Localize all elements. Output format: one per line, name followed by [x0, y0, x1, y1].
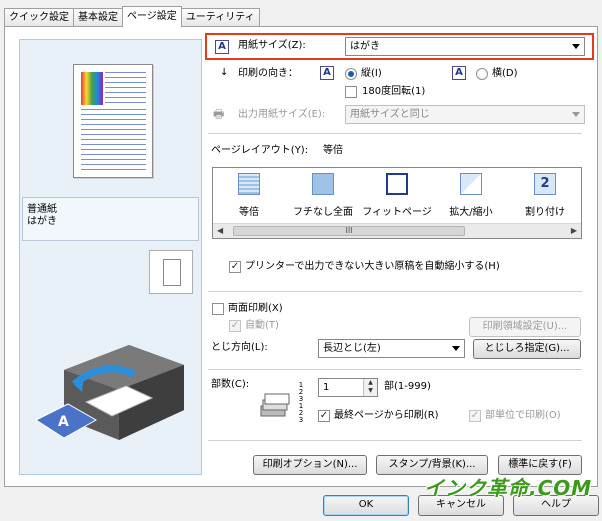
copies-label: 部数(C):	[211, 379, 250, 390]
binding-side-value: 長辺とじ(左)	[323, 343, 381, 354]
copies-spinbox[interactable]: 1 ▲ ▼	[318, 378, 378, 397]
binding-margin-button[interactable]: とじしろ指定(G)...	[473, 339, 581, 359]
page-preview	[73, 64, 153, 178]
paper-size-select[interactable]: はがき	[345, 37, 585, 56]
spin-arrows-icon[interactable]: ▲ ▼	[363, 379, 377, 396]
collate-order-icon: 1 2 3 1 2 3	[298, 381, 304, 424]
duplex-label: 両面印刷(X)	[228, 303, 283, 314]
portrait-label: 縦(I)	[361, 68, 382, 79]
reverse-order-checkbox[interactable]: ✓	[318, 410, 330, 422]
ok-button[interactable]: OK	[323, 495, 409, 516]
fit-page-icon	[386, 173, 408, 195]
divider	[208, 133, 582, 134]
svg-text:A: A	[58, 414, 69, 430]
printer-output-icon: 🖶	[213, 107, 225, 121]
collate-label: 部単位で印刷(O)	[485, 410, 561, 421]
layout-normal-label: 等倍	[239, 207, 259, 218]
divider	[208, 369, 582, 370]
output-paper-label: 出力用紙サイズ(E):	[238, 109, 326, 120]
auto-reduce-label: プリンターで出力できない大きい原稿を自動縮小する(H)	[245, 261, 500, 272]
media-size-text: はがき	[27, 216, 57, 227]
preview-image	[81, 72, 103, 105]
layout-fit-page-label: フィットページ	[362, 207, 432, 218]
binding-side-label: とじ方向(L):	[211, 342, 268, 353]
scroll-right-icon[interactable]: ▶	[571, 226, 577, 235]
layout-horizontal-scrollbar[interactable]: ◀ III ▶	[213, 223, 581, 238]
portrait-icon: A	[320, 66, 334, 80]
print-options-button[interactable]: 印刷オプション(N)...	[253, 455, 367, 475]
layout-page-layout-label: 割り付け	[525, 207, 565, 218]
layout-scaled-label: 拡大/縮小	[449, 207, 493, 218]
output-paper-value: 用紙サイズと同じ	[350, 109, 430, 120]
binding-side-select[interactable]: 長辺とじ(左)	[318, 339, 465, 358]
tab-maintenance[interactable]: ユーティリティ	[180, 8, 260, 27]
layout-borderless-label: フチなし全面	[293, 207, 353, 218]
paper-size-icon: A	[215, 40, 229, 54]
divider	[208, 440, 582, 441]
output-paper-select[interactable]: 用紙サイズと同じ	[345, 105, 585, 124]
layout-borderless[interactable]: フチなし全面	[287, 173, 359, 218]
portrait-radio[interactable]	[345, 68, 357, 80]
layout-fit-page[interactable]: フィットページ	[361, 173, 433, 218]
scroll-thumb[interactable]: III	[233, 226, 465, 236]
rotate-180-checkbox[interactable]	[345, 86, 357, 98]
layout-page-layout[interactable]: 2 割り付け	[509, 173, 581, 218]
copies-range: 部(1-999)	[384, 381, 431, 392]
landscape-radio[interactable]	[476, 68, 488, 80]
print-area-setup-button[interactable]: 印刷領域設定(U)...	[469, 317, 581, 337]
media-type-text: 普通紙	[27, 204, 57, 215]
landscape-label: 横(D)	[492, 68, 518, 79]
tab-strip: クイック設定 基本設定 ページ設定 ユーティリティ	[4, 6, 260, 27]
scaled-icon	[460, 173, 482, 195]
normal-size-icon	[238, 173, 260, 195]
printer-icon: A	[34, 345, 184, 440]
page-layout-list[interactable]: 等倍 フチなし全面 フィットページ 拡大/縮小 2 割り付け ◀ III ▶	[212, 167, 582, 239]
copies-stack-icon	[260, 393, 290, 417]
layout-scaled[interactable]: 拡大/縮小	[435, 173, 507, 218]
paper-size-value: はがき	[350, 41, 380, 52]
collate-checkbox[interactable]: ✓	[469, 410, 481, 422]
paper-size-label: 用紙サイズ(Z):	[238, 40, 306, 51]
rotate-180-label: 180度回転(1)	[362, 86, 426, 97]
landscape-icon: A	[452, 66, 466, 80]
tab-page-setup[interactable]: ページ設定	[122, 6, 182, 27]
preview-pane: 普通紙 はがき A	[19, 39, 202, 475]
chevron-down-icon	[572, 112, 580, 117]
layout-normal[interactable]: 等倍	[213, 173, 285, 218]
orientation-label: 印刷の向き：	[238, 68, 298, 79]
auto-reduce-checkbox[interactable]: ✓	[229, 261, 241, 273]
site-watermark: インク革命.COM	[424, 476, 593, 500]
media-info: 普通紙 はがき	[22, 197, 199, 241]
page-layout-value: 等倍	[323, 145, 343, 156]
page-layout-2up-icon: 2	[534, 173, 556, 195]
preview-text-lines	[105, 72, 146, 107]
copies-value: 1	[323, 382, 330, 393]
scroll-left-icon[interactable]: ◀	[217, 226, 223, 235]
orientation-marker-icon: ↓	[220, 67, 229, 78]
divider	[208, 291, 582, 292]
borderless-icon	[312, 173, 334, 195]
chevron-down-icon	[452, 346, 460, 351]
paper-orientation-preview	[149, 250, 193, 294]
preview-text-lines-lower	[81, 109, 146, 174]
duplex-checkbox[interactable]	[212, 303, 224, 315]
tab-quick-setup[interactable]: クイック設定	[4, 8, 74, 27]
page-layout-label: ページレイアウト(Y):	[211, 145, 309, 156]
duplex-auto-label: 自動(T)	[245, 320, 279, 331]
duplex-auto-checkbox[interactable]: ✓	[229, 320, 241, 332]
chevron-down-icon	[572, 44, 580, 49]
tab-main[interactable]: 基本設定	[73, 8, 123, 27]
reverse-order-label: 最終ページから印刷(R)	[334, 410, 439, 421]
